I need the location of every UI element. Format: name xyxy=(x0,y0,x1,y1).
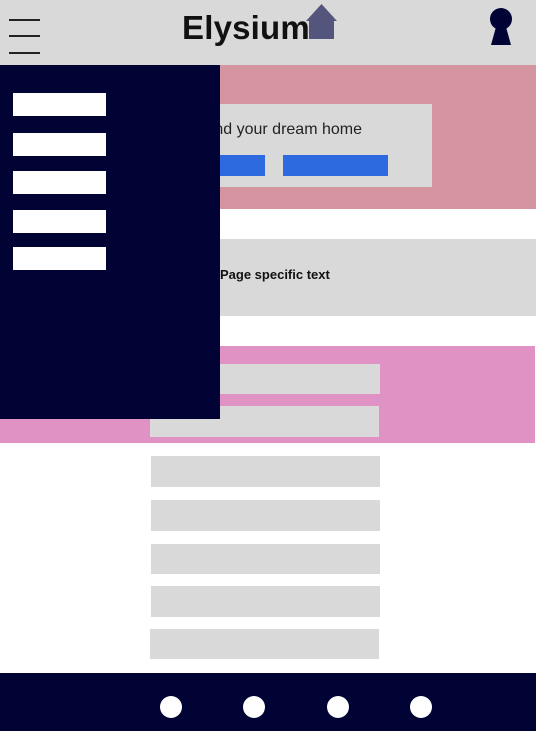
drawer-menu-item[interactable] xyxy=(13,133,106,156)
hamburger-menu-icon[interactable] xyxy=(6,14,42,56)
brand-logo-text[interactable]: Elysium xyxy=(182,8,310,48)
footer-nav-dot[interactable] xyxy=(410,696,432,718)
drawer-menu-item[interactable] xyxy=(13,93,106,116)
side-drawer xyxy=(0,65,220,419)
list-item[interactable] xyxy=(151,544,380,574)
footer-bar xyxy=(0,673,536,731)
list-item[interactable] xyxy=(151,456,380,487)
list-item[interactable] xyxy=(150,629,379,659)
hero-tagline: Find your dream home xyxy=(201,121,362,138)
house-icon xyxy=(306,4,337,39)
drawer-menu-item[interactable] xyxy=(13,247,106,270)
list-item[interactable] xyxy=(151,500,380,531)
footer-nav-dot[interactable] xyxy=(243,696,265,718)
page-specific-text: Page specific text xyxy=(220,267,330,282)
footer-nav-dot[interactable] xyxy=(327,696,349,718)
footer-nav-dot[interactable] xyxy=(160,696,182,718)
hero-secondary-button[interactable] xyxy=(283,155,388,176)
drawer-menu-item[interactable] xyxy=(13,171,106,194)
drawer-menu-item[interactable] xyxy=(13,210,106,233)
list-item[interactable] xyxy=(151,586,380,617)
user-keyhole-icon[interactable] xyxy=(486,7,516,47)
